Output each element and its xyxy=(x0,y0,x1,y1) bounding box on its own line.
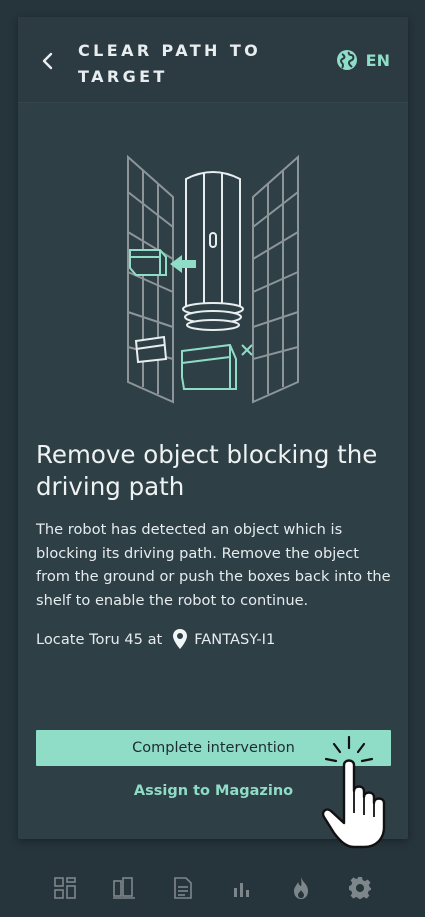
locate-label: Locate Toru 45 at xyxy=(36,630,163,648)
bar-chart-icon xyxy=(234,882,249,897)
nav-dashboard[interactable] xyxy=(36,858,95,917)
nav-statistics[interactable] xyxy=(213,858,272,917)
globe-icon xyxy=(336,50,357,70)
nav-shelves[interactable] xyxy=(95,858,154,917)
tap-hand-icon xyxy=(321,735,386,849)
nav-documents[interactable] xyxy=(154,858,213,917)
instruction-description: The robot has detected an object which i… xyxy=(36,521,391,609)
language-label: EN xyxy=(365,50,390,70)
instruction-heading: Remove object blocking the driving path xyxy=(36,440,378,501)
nav-interventions[interactable] xyxy=(272,858,331,917)
page-title: CLEAR PATH TO TARGET xyxy=(78,41,262,86)
language-selector[interactable]: EN xyxy=(336,48,390,72)
location-pin-icon xyxy=(172,628,188,650)
chevron-left-icon xyxy=(42,52,53,70)
robot-blocked-illustration xyxy=(127,154,299,404)
location-value: FANTASY-I1 xyxy=(194,630,276,648)
nav-settings[interactable] xyxy=(331,858,390,917)
settings-icon xyxy=(349,876,371,899)
back-button[interactable] xyxy=(38,50,58,72)
flame-icon xyxy=(294,876,308,899)
intervention-card: CLEAR PATH TO TARGET EN Remove object bl… xyxy=(18,17,408,849)
shelves-icon xyxy=(113,876,135,899)
location-line: Locate Toru 45 at FANTASY-I1 xyxy=(36,627,275,651)
header: CLEAR PATH TO TARGET EN xyxy=(18,17,408,103)
document-icon xyxy=(174,876,192,899)
dashboard-icon xyxy=(54,876,76,899)
bottom-navigation xyxy=(0,858,425,917)
app-frame: CLEAR PATH TO TARGET EN Remove object bl… xyxy=(0,0,425,917)
